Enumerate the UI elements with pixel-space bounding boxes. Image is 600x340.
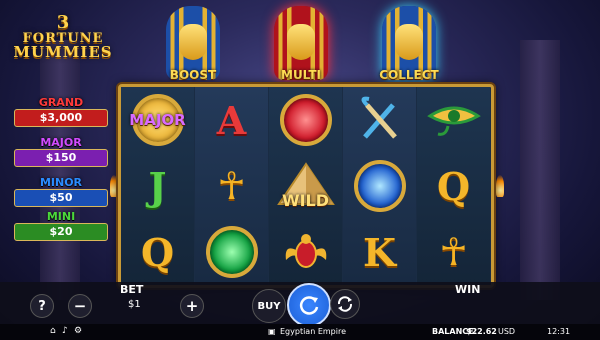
eye-of-horus-symbol — [417, 87, 490, 153]
torch-flame — [110, 175, 118, 197]
buy-feature-button[interactable]: BUY — [252, 289, 286, 323]
feature-label: MULTI — [281, 68, 321, 82]
bet-label: BET — [120, 283, 144, 296]
game-logo-icon: ▣ — [268, 327, 276, 336]
jackpot-value: $3,000 — [14, 109, 108, 127]
jackpot-minor: MINOR $50 — [14, 176, 108, 207]
q-symbol: Q — [140, 229, 175, 275]
collect-mummy: COLLECT — [376, 6, 442, 84]
jackpot-name: MAJOR — [40, 136, 82, 149]
jackpot-name: GRAND — [38, 96, 84, 109]
blue-orb — [353, 160, 406, 212]
jackpot-name: MINOR — [39, 176, 83, 189]
jackpot-value: $20 — [14, 223, 108, 241]
settings-icon[interactable]: ⚙ — [74, 326, 82, 336]
green-orb — [205, 226, 258, 278]
ankh-icon: ☥ — [439, 230, 468, 274]
scarab-symbol — [269, 219, 342, 285]
wild-pyramid-symbol: WILD — [269, 153, 342, 219]
multi-mummy: MULTI — [268, 6, 334, 84]
spin-icon — [299, 296, 319, 315]
logo-line: 3 — [56, 12, 70, 33]
sound-icon[interactable]: ♪ — [62, 326, 68, 336]
q-symbol: Q — [436, 163, 471, 209]
jackpot-grand: GRAND $3,000 — [14, 96, 108, 127]
torch-flame — [496, 175, 504, 197]
boost-mummy: BOOST — [160, 6, 226, 84]
spin-button[interactable] — [287, 283, 331, 327]
jackpot-major: MAJOR $150 — [14, 136, 108, 167]
reels-area: MAJOR J Q A ☥ WILD K Q ☥ — [118, 84, 494, 288]
help-button[interactable]: ? — [30, 294, 54, 318]
win-value-area — [440, 299, 520, 311]
red-orb — [279, 94, 332, 146]
jackpot-value: $150 — [14, 149, 108, 167]
reel-1: MAJOR J Q — [121, 87, 194, 285]
mummy-face — [179, 24, 207, 60]
crook-flail-symbol — [343, 87, 416, 153]
mummy-face — [395, 24, 423, 60]
reel-2: A ☥ — [195, 87, 268, 285]
status-bar: ⌂ ♪ ⚙ ▣ Egyptian Empire BALANCE: $22.62 … — [0, 324, 600, 340]
win-label: WIN — [455, 283, 481, 296]
logo-line: MUMMIES — [13, 43, 113, 61]
feature-label: BOOST — [169, 68, 217, 82]
reel-3: WILD — [269, 87, 342, 285]
ankh-symbol: ☥ — [195, 153, 268, 219]
home-icon[interactable]: ⌂ — [50, 326, 56, 336]
jackpot-mini: MINI $20 — [14, 210, 108, 241]
bet-value: $1 — [128, 299, 141, 310]
autoplay-icon — [337, 296, 353, 312]
green-orb-symbol — [195, 219, 268, 285]
eye-of-horus-icon — [426, 106, 481, 136]
ankh-icon: ☥ — [217, 164, 246, 208]
currency: USD — [498, 327, 516, 336]
crook-flail-icon — [361, 96, 397, 139]
background-pillar — [40, 40, 80, 300]
jackpot-value: $50 — [14, 189, 108, 207]
balance-value: $22.62 — [466, 327, 497, 336]
blue-orb-symbol — [343, 153, 416, 219]
bet-increase-button[interactable]: + — [180, 294, 204, 318]
red-orb-symbol — [269, 87, 342, 153]
bet-decrease-button[interactable]: − — [68, 294, 92, 318]
major-badge: MAJOR — [129, 111, 186, 129]
clock: 12:31 — [547, 327, 571, 336]
jackpot-name: MINI — [46, 210, 76, 223]
wild-label: WILD — [281, 191, 330, 210]
scarab-icon — [285, 234, 326, 268]
ankh-symbol: ☥ — [417, 219, 490, 285]
reel-5: Q ☥ — [417, 87, 490, 285]
game-logo: 3 FORTUNE MUMMIES — [4, 14, 122, 60]
major-orb-symbol: MAJOR — [121, 87, 194, 153]
autoplay-button[interactable] — [330, 289, 360, 319]
reel-4: K — [343, 87, 416, 285]
a-symbol: A — [216, 97, 247, 143]
feature-label: COLLECT — [379, 68, 439, 82]
k-symbol: K — [362, 229, 397, 275]
j-symbol: J — [148, 163, 167, 209]
background-pillar — [520, 40, 560, 300]
mummy-face — [287, 24, 315, 60]
game-name: Egyptian Empire — [280, 327, 347, 336]
